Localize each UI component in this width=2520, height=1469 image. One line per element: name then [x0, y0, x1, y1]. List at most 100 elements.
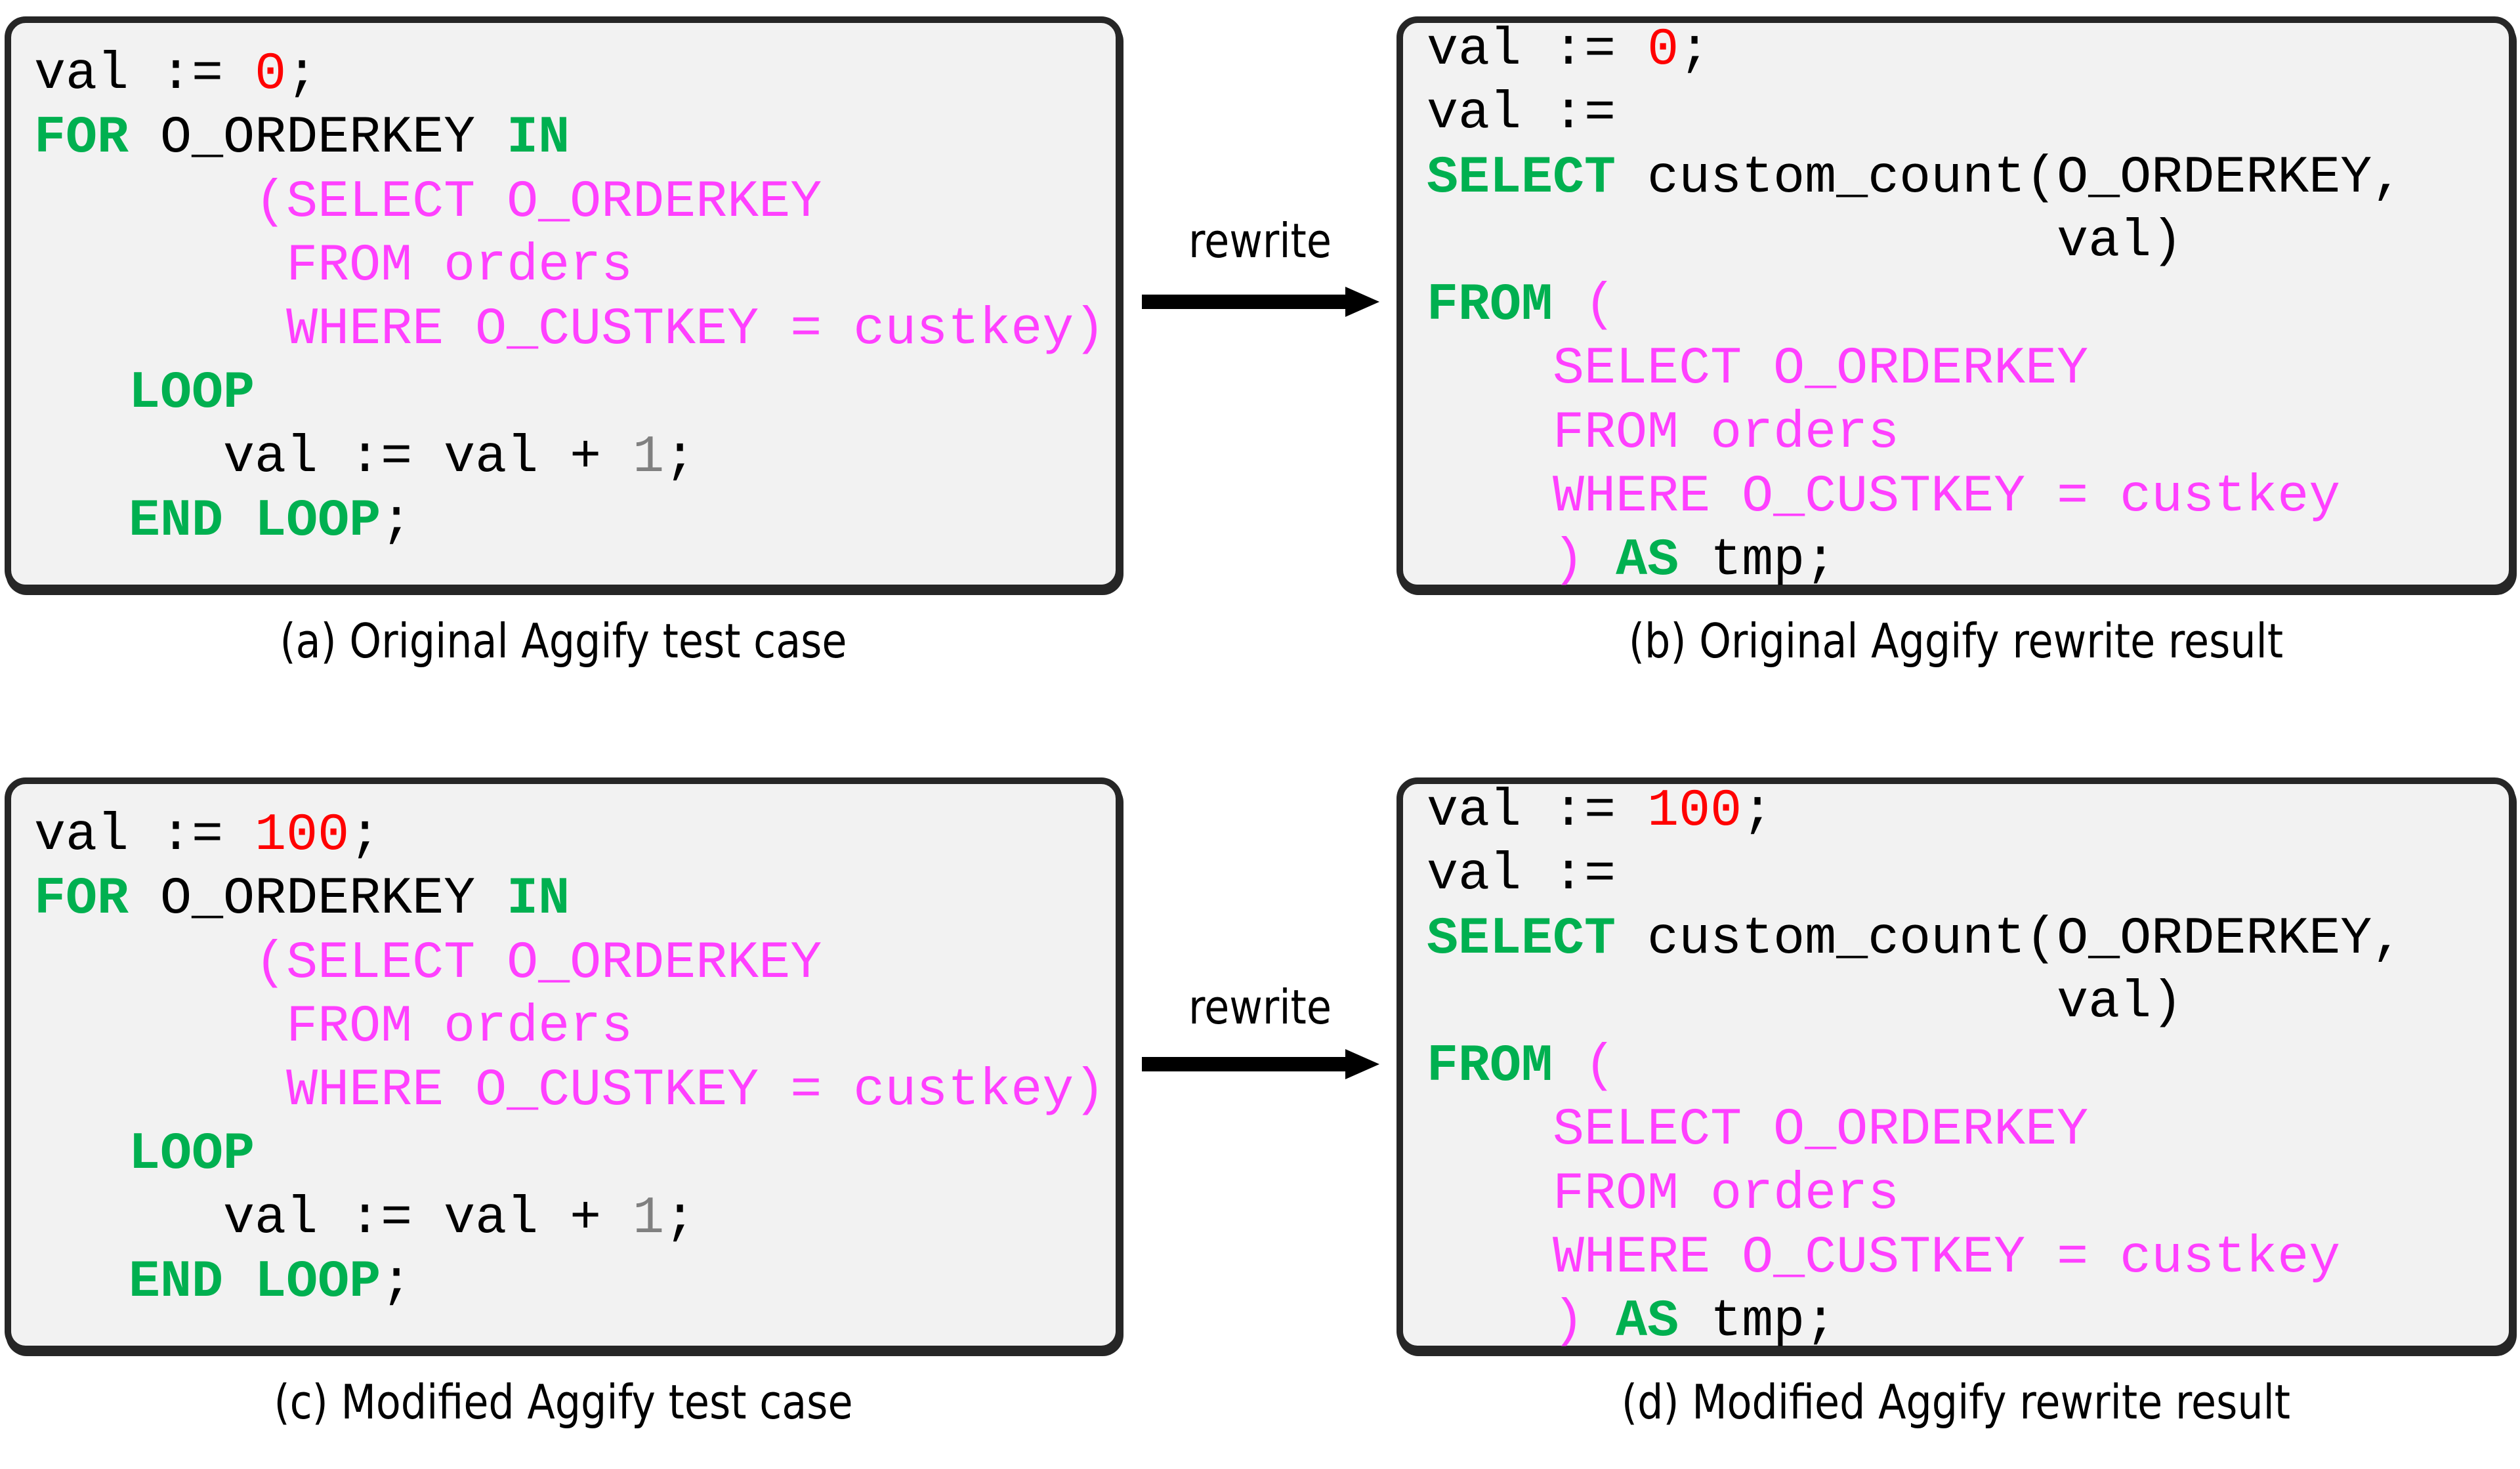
numeric-literal-token: 100	[255, 806, 350, 865]
code-line: val := 0;	[34, 43, 1105, 106]
code-line: FROM orders	[1427, 402, 2403, 465]
subquery-token: WHERE O_CUSTKEY = custkey)	[286, 1061, 1106, 1121]
keyword-token: END LOOP	[129, 491, 381, 552]
numeric-literal-token: 0	[255, 45, 287, 104]
code-line: FOR O_ORDERKEY IN	[34, 867, 1105, 931]
code-token: val :=	[1427, 845, 1616, 905]
keyword-token: IN	[507, 869, 570, 930]
keyword-token: LOOP	[129, 1125, 255, 1185]
increment-literal-token: 1	[633, 1188, 665, 1249]
code-line: WHERE O_CUSTKEY = custkey)	[34, 298, 1105, 362]
code-token: ;	[664, 427, 696, 487]
keyword-token: AS	[1616, 531, 1679, 591]
subquery-token: WHERE O_CUSTKEY = custkey	[1553, 1228, 2341, 1289]
subquery-token: FROM orders	[286, 236, 633, 296]
subquery-token: SELECT O_ORDERKEY	[1553, 339, 2089, 400]
caption-c: (c) Modified Aggify test case	[274, 1375, 853, 1430]
code-line: WHERE O_CUSTKEY = custkey	[1427, 1226, 2403, 1290]
rewrite-label-bottom: rewrite	[1188, 980, 1332, 1035]
code-token: ;	[349, 806, 381, 865]
code-line: END LOOP;	[34, 489, 1105, 553]
rewrite-label-top: rewrite	[1188, 213, 1332, 268]
code-token: ;	[381, 1252, 413, 1313]
code-line: LOOP	[34, 1123, 1105, 1186]
code-line: val := val + 1;	[34, 1187, 1105, 1251]
code-token: ;	[381, 491, 413, 552]
keyword-token: FOR	[34, 108, 129, 169]
code-token: ;	[1742, 781, 1774, 841]
code-line: val)	[1427, 971, 2403, 1035]
caption-d: (d) Modified Aggify rewrite result	[1621, 1375, 2291, 1430]
subquery-token: WHERE O_CUSTKEY = custkey	[1553, 467, 2341, 528]
keyword-token: FROM	[1427, 1037, 1553, 1097]
code-line: (SELECT O_ORDERKEY	[34, 171, 1105, 234]
code-token: val := val +	[34, 427, 633, 487]
code-line: ) AS tmp;	[1427, 1290, 2403, 1354]
keyword-token: SELECT	[1427, 148, 1616, 208]
keyword-token: FOR	[34, 869, 129, 930]
caption-b: (b) Original Aggify rewrite result	[1628, 613, 2284, 669]
arrow-right-icon-bottom	[1142, 1049, 1379, 1079]
code-line: FROM orders	[34, 995, 1105, 1059]
code-token: val :=	[1427, 84, 1616, 144]
subquery-token: (	[1584, 276, 1616, 336]
code-line: SELECT O_ORDERKEY	[1427, 337, 2403, 401]
subquery-token: FROM orders	[286, 997, 633, 1057]
subquery-token: SELECT O_ORDERKEY	[1553, 1100, 2089, 1161]
code-token: val :=	[1427, 781, 1648, 841]
code-token: val :=	[1427, 20, 1648, 80]
code-line: val := 100;	[34, 804, 1105, 867]
code-line: ) AS tmp;	[1427, 529, 2403, 592]
code-line: END LOOP;	[34, 1251, 1105, 1314]
code-block-c: val := 100; FOR O_ORDERKEY IN (SELECT O_O…	[34, 804, 1105, 1314]
keyword-token: LOOP	[129, 363, 255, 424]
code-block-a: val := 0; FOR O_ORDERKEY IN (SELECT O_ORD…	[34, 43, 1105, 553]
code-line: FOR O_ORDERKEY IN	[34, 106, 1105, 170]
subquery-token: )	[1553, 1292, 1585, 1352]
code-token: tmp;	[1679, 1292, 1837, 1352]
code-token: O_ORDERKEY	[129, 108, 507, 169]
arrow-right-icon-top	[1142, 287, 1379, 317]
keyword-token: IN	[507, 108, 570, 169]
subquery-token: FROM orders	[1553, 403, 1900, 463]
code-line: FROM orders	[34, 234, 1105, 298]
keyword-token: SELECT	[1427, 909, 1616, 969]
code-line: WHERE O_CUSTKEY = custkey	[1427, 465, 2403, 529]
code-line: val)	[1427, 210, 2403, 274]
code-line: LOOP	[34, 362, 1105, 425]
subquery-token: (SELECT O_ORDERKEY	[255, 172, 822, 232]
code-line: SELECT custom_count(O_ORDERKEY,	[1427, 907, 2403, 971]
code-block-b: val := 0; val := SELECT custom_count(O_ORD…	[1427, 18, 2403, 593]
code-token: custom_count(O_ORDERKEY,	[1616, 148, 2404, 208]
code-line: val := val + 1;	[34, 426, 1105, 489]
subquery-token: )	[1553, 531, 1585, 591]
subquery-token: WHERE O_CUSTKEY = custkey)	[286, 300, 1106, 360]
code-line: (SELECT O_ORDERKEY	[34, 932, 1105, 995]
code-token: val := val +	[34, 1188, 633, 1249]
caption-a: (a) Original Aggify test case	[280, 613, 847, 669]
code-token: val :=	[34, 45, 255, 104]
subquery-token: (	[1584, 1037, 1616, 1097]
subquery-token: FROM orders	[1553, 1164, 1900, 1224]
code-block-d: val := 100; val := SELECT custom_count(O_O…	[1427, 779, 2403, 1354]
arrow-head	[1345, 1049, 1379, 1079]
arrow-head	[1345, 287, 1379, 317]
code-token: ;	[1679, 20, 1711, 80]
